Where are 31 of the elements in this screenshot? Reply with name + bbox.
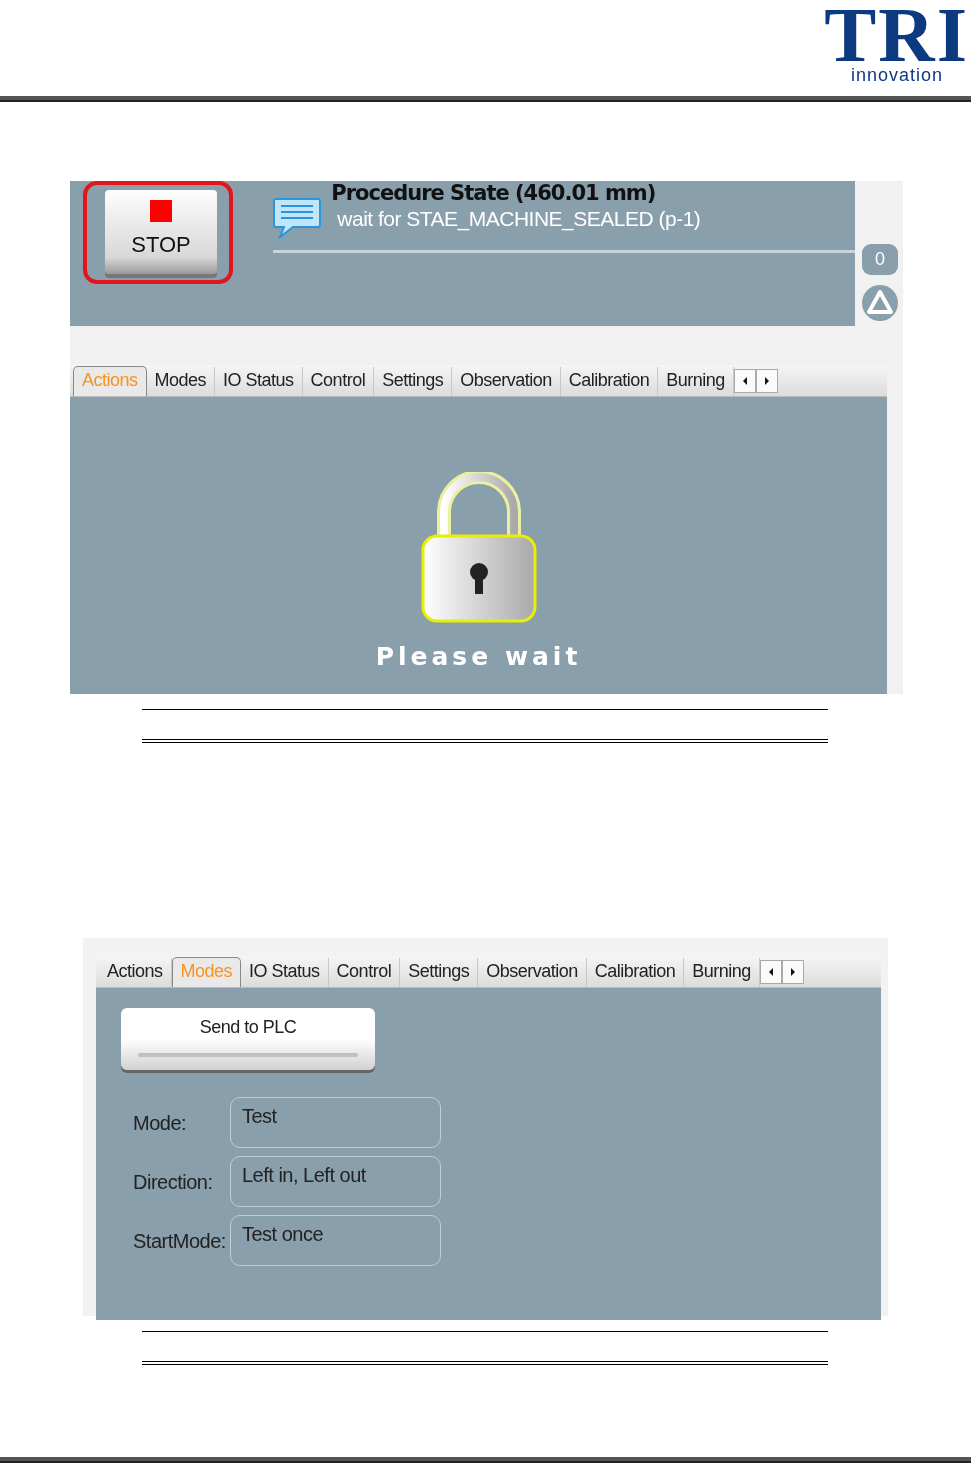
send-to-plc-button[interactable]: Send to PLC bbox=[121, 1008, 375, 1070]
tab[interactable]: Burning bbox=[658, 367, 734, 396]
scroll-left-icon[interactable] bbox=[733, 369, 756, 393]
field-label: Mode: bbox=[132, 1110, 188, 1136]
input-field[interactable]: Test bbox=[230, 1097, 441, 1148]
message-icon bbox=[273, 197, 322, 239]
scroll-left-icon[interactable] bbox=[759, 960, 782, 984]
tab[interactable]: Settings bbox=[374, 367, 453, 396]
tab[interactable]: Observation bbox=[478, 958, 587, 987]
procedure-title: Procedure State (460.01 mm) bbox=[331, 181, 657, 207]
input-field[interactable]: Left in, Left out bbox=[230, 1156, 441, 1207]
tab[interactable]: IO Status bbox=[215, 367, 303, 396]
scroll-right-icon[interactable] bbox=[755, 369, 778, 393]
procedure-message: wait for STAE_MACHINE_SEALED (p-1) bbox=[337, 206, 701, 233]
tab[interactable]: Modes bbox=[146, 367, 216, 396]
scroll-right-icon[interactable] bbox=[781, 960, 804, 984]
tab[interactable]: Burning bbox=[684, 958, 760, 987]
tab[interactable]: Calibration bbox=[560, 367, 659, 396]
input-field[interactable]: Test once bbox=[230, 1215, 441, 1266]
tab[interactable]: Actions bbox=[99, 958, 172, 987]
field-label: Direction: bbox=[132, 1169, 214, 1195]
tab[interactable]: Calibration bbox=[586, 958, 685, 987]
please-wait-text: Please wait bbox=[375, 641, 582, 673]
tab[interactable]: Control bbox=[302, 367, 375, 396]
warning-icon[interactable] bbox=[861, 284, 899, 322]
lock-icon bbox=[419, 472, 538, 624]
tab[interactable]: Observation bbox=[452, 367, 561, 396]
tab[interactable]: Control bbox=[328, 958, 401, 987]
field-label: StartMode: bbox=[132, 1228, 227, 1254]
tab[interactable]: Settings bbox=[400, 958, 479, 987]
tab[interactable]: IO Status bbox=[241, 958, 329, 987]
